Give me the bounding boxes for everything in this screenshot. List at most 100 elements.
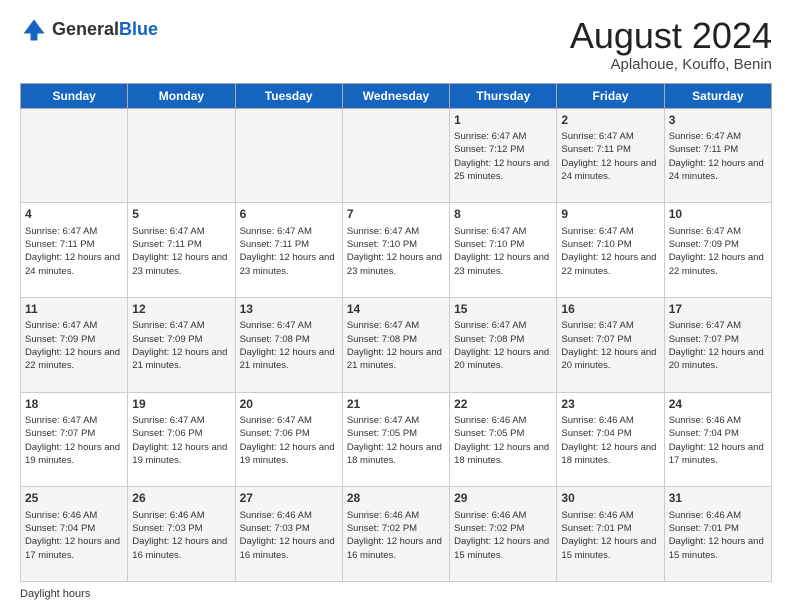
day-info: Sunrise: 6:47 AM Sunset: 7:09 PM Dayligh…: [132, 319, 230, 372]
day-info: Sunrise: 6:47 AM Sunset: 7:06 PM Dayligh…: [132, 414, 230, 467]
page: GeneralBlue August 2024 Aplahoue, Kouffo…: [0, 0, 792, 612]
day-number: 22: [454, 396, 552, 413]
week-row-4: 18Sunrise: 6:47 AM Sunset: 7:07 PM Dayli…: [21, 392, 772, 487]
day-number: 20: [240, 396, 338, 413]
day-number: 30: [561, 490, 659, 507]
day-info: Sunrise: 6:46 AM Sunset: 7:05 PM Dayligh…: [454, 414, 552, 467]
day-number: 1: [454, 112, 552, 129]
day-cell-4-2: 27 Sunrise: 6:46 AM Sunset: 7:03 PM Dayli…: [235, 487, 342, 582]
day-number: 31: [669, 490, 767, 507]
day-cell-1-6: 10 Sunrise: 6:47 AM Sunset: 7:09 PM Dayli…: [664, 203, 771, 298]
day-cell-4-0: 25 Sunrise: 6:46 AM Sunset: 7:04 PM Dayli…: [21, 487, 128, 582]
day-info: Sunrise: 6:47 AM Sunset: 7:09 PM Dayligh…: [669, 225, 767, 278]
day-cell-2-3: 14Sunrise: 6:47 AM Sunset: 7:08 PM Dayli…: [342, 297, 449, 392]
day-cell-2-2: 13Sunrise: 6:47 AM Sunset: 7:08 PM Dayli…: [235, 297, 342, 392]
day-number: 26: [132, 490, 230, 507]
day-cell-0-4: 1Sunrise: 6:47 AM Sunset: 7:12 PM Daylig…: [450, 108, 557, 203]
day-cell-0-6: 3Sunrise: 6:47 AM Sunset: 7:11 PM Daylig…: [664, 108, 771, 203]
day-info: Sunrise: 6:46 AM Sunset: 7:04 PM Dayligh…: [669, 414, 767, 467]
day-cell-3-6: 24Sunrise: 6:46 AM Sunset: 7:04 PM Dayli…: [664, 392, 771, 487]
day-info: Sunrise: 6:47 AM Sunset: 7:10 PM Dayligh…: [347, 225, 445, 278]
day-number: 27: [240, 490, 338, 507]
day-cell-1-5: 9 Sunrise: 6:47 AM Sunset: 7:10 PM Daylig…: [557, 203, 664, 298]
day-number: 5: [132, 206, 230, 223]
day-info: Sunrise: 6:46 AM Sunset: 7:04 PM Dayligh…: [25, 509, 123, 562]
day-cell-2-1: 12Sunrise: 6:47 AM Sunset: 7:09 PM Dayli…: [128, 297, 235, 392]
day-info: Sunrise: 6:46 AM Sunset: 7:02 PM Dayligh…: [454, 509, 552, 562]
week-row-5: 25 Sunrise: 6:46 AM Sunset: 7:04 PM Dayli…: [21, 487, 772, 582]
top-section: GeneralBlue August 2024 Aplahoue, Kouffo…: [20, 16, 772, 73]
day-info: Sunrise: 6:47 AM Sunset: 7:11 PM Dayligh…: [561, 130, 659, 183]
day-number: 7: [347, 206, 445, 223]
footer: Daylight hours: [20, 588, 772, 600]
day-cell-4-5: 30 Sunrise: 6:46 AM Sunset: 7:01 PM Dayli…: [557, 487, 664, 582]
day-cell-1-4: 8 Sunrise: 6:47 AM Sunset: 7:10 PM Daylig…: [450, 203, 557, 298]
day-cell-4-1: 26 Sunrise: 6:46 AM Sunset: 7:03 PM Dayli…: [128, 487, 235, 582]
day-number: 16: [561, 301, 659, 318]
day-info: Sunrise: 6:47 AM Sunset: 7:11 PM Dayligh…: [25, 225, 123, 278]
logo-text: GeneralBlue: [52, 20, 158, 40]
week-row-1: 1Sunrise: 6:47 AM Sunset: 7:12 PM Daylig…: [21, 108, 772, 203]
week-row-3: 11Sunrise: 6:47 AM Sunset: 7:09 PM Dayli…: [21, 297, 772, 392]
day-number: 24: [669, 396, 767, 413]
day-number: 12: [132, 301, 230, 318]
logo: GeneralBlue: [20, 16, 158, 44]
day-cell-1-1: 5 Sunrise: 6:47 AM Sunset: 7:11 PM Daylig…: [128, 203, 235, 298]
day-info: Sunrise: 6:47 AM Sunset: 7:07 PM Dayligh…: [669, 319, 767, 372]
day-info: Sunrise: 6:47 AM Sunset: 7:10 PM Dayligh…: [454, 225, 552, 278]
day-cell-1-0: 4Sunrise: 6:47 AM Sunset: 7:11 PM Daylig…: [21, 203, 128, 298]
day-cell-3-4: 22Sunrise: 6:46 AM Sunset: 7:05 PM Dayli…: [450, 392, 557, 487]
day-cell-0-1: [128, 108, 235, 203]
day-cell-0-3: [342, 108, 449, 203]
day-number: 13: [240, 301, 338, 318]
day-number: 8: [454, 206, 552, 223]
day-number: 21: [347, 396, 445, 413]
day-info: Sunrise: 6:47 AM Sunset: 7:11 PM Dayligh…: [669, 130, 767, 183]
day-info: Sunrise: 6:46 AM Sunset: 7:02 PM Dayligh…: [347, 509, 445, 562]
day-cell-4-4: 29Sunrise: 6:46 AM Sunset: 7:02 PM Dayli…: [450, 487, 557, 582]
day-number: 10: [669, 206, 767, 223]
day-number: 23: [561, 396, 659, 413]
col-thursday: Thursday: [450, 83, 557, 108]
col-wednesday: Wednesday: [342, 83, 449, 108]
day-number: 6: [240, 206, 338, 223]
day-info: Sunrise: 6:46 AM Sunset: 7:03 PM Dayligh…: [132, 509, 230, 562]
day-cell-3-5: 23Sunrise: 6:46 AM Sunset: 7:04 PM Dayli…: [557, 392, 664, 487]
day-number: 2: [561, 112, 659, 129]
day-cell-0-2: [235, 108, 342, 203]
day-info: Sunrise: 6:47 AM Sunset: 7:08 PM Dayligh…: [454, 319, 552, 372]
day-info: Sunrise: 6:47 AM Sunset: 7:11 PM Dayligh…: [132, 225, 230, 278]
day-info: Sunrise: 6:47 AM Sunset: 7:05 PM Dayligh…: [347, 414, 445, 467]
logo-icon: [20, 16, 48, 44]
day-cell-3-1: 19Sunrise: 6:47 AM Sunset: 7:06 PM Dayli…: [128, 392, 235, 487]
day-cell-1-2: 6Sunrise: 6:47 AM Sunset: 7:11 PM Daylig…: [235, 203, 342, 298]
day-info: Sunrise: 6:46 AM Sunset: 7:03 PM Dayligh…: [240, 509, 338, 562]
day-info: Sunrise: 6:47 AM Sunset: 7:07 PM Dayligh…: [25, 414, 123, 467]
day-info: Sunrise: 6:46 AM Sunset: 7:01 PM Dayligh…: [669, 509, 767, 562]
day-info: Sunrise: 6:47 AM Sunset: 7:08 PM Dayligh…: [240, 319, 338, 372]
day-info: Sunrise: 6:47 AM Sunset: 7:12 PM Dayligh…: [454, 130, 552, 183]
day-cell-3-0: 18Sunrise: 6:47 AM Sunset: 7:07 PM Dayli…: [21, 392, 128, 487]
day-number: 19: [132, 396, 230, 413]
day-number: 3: [669, 112, 767, 129]
day-info: Sunrise: 6:47 AM Sunset: 7:06 PM Dayligh…: [240, 414, 338, 467]
day-number: 17: [669, 301, 767, 318]
day-cell-4-3: 28Sunrise: 6:46 AM Sunset: 7:02 PM Dayli…: [342, 487, 449, 582]
calendar-table: Sunday Monday Tuesday Wednesday Thursday…: [20, 83, 772, 582]
col-tuesday: Tuesday: [235, 83, 342, 108]
day-cell-0-0: [21, 108, 128, 203]
day-number: 15: [454, 301, 552, 318]
day-info: Sunrise: 6:47 AM Sunset: 7:07 PM Dayligh…: [561, 319, 659, 372]
day-number: 9: [561, 206, 659, 223]
day-number: 25: [25, 490, 123, 507]
day-cell-2-5: 16Sunrise: 6:47 AM Sunset: 7:07 PM Dayli…: [557, 297, 664, 392]
day-info: Sunrise: 6:46 AM Sunset: 7:01 PM Dayligh…: [561, 509, 659, 562]
day-info: Sunrise: 6:47 AM Sunset: 7:09 PM Dayligh…: [25, 319, 123, 372]
day-info: Sunrise: 6:47 AM Sunset: 7:10 PM Dayligh…: [561, 225, 659, 278]
week-row-2: 4Sunrise: 6:47 AM Sunset: 7:11 PM Daylig…: [21, 203, 772, 298]
day-cell-3-2: 20Sunrise: 6:47 AM Sunset: 7:06 PM Dayli…: [235, 392, 342, 487]
day-cell-2-0: 11Sunrise: 6:47 AM Sunset: 7:09 PM Dayli…: [21, 297, 128, 392]
col-monday: Monday: [128, 83, 235, 108]
day-cell-2-6: 17Sunrise: 6:47 AM Sunset: 7:07 PM Dayli…: [664, 297, 771, 392]
title-section: August 2024 Aplahoue, Kouffo, Benin: [570, 16, 772, 73]
